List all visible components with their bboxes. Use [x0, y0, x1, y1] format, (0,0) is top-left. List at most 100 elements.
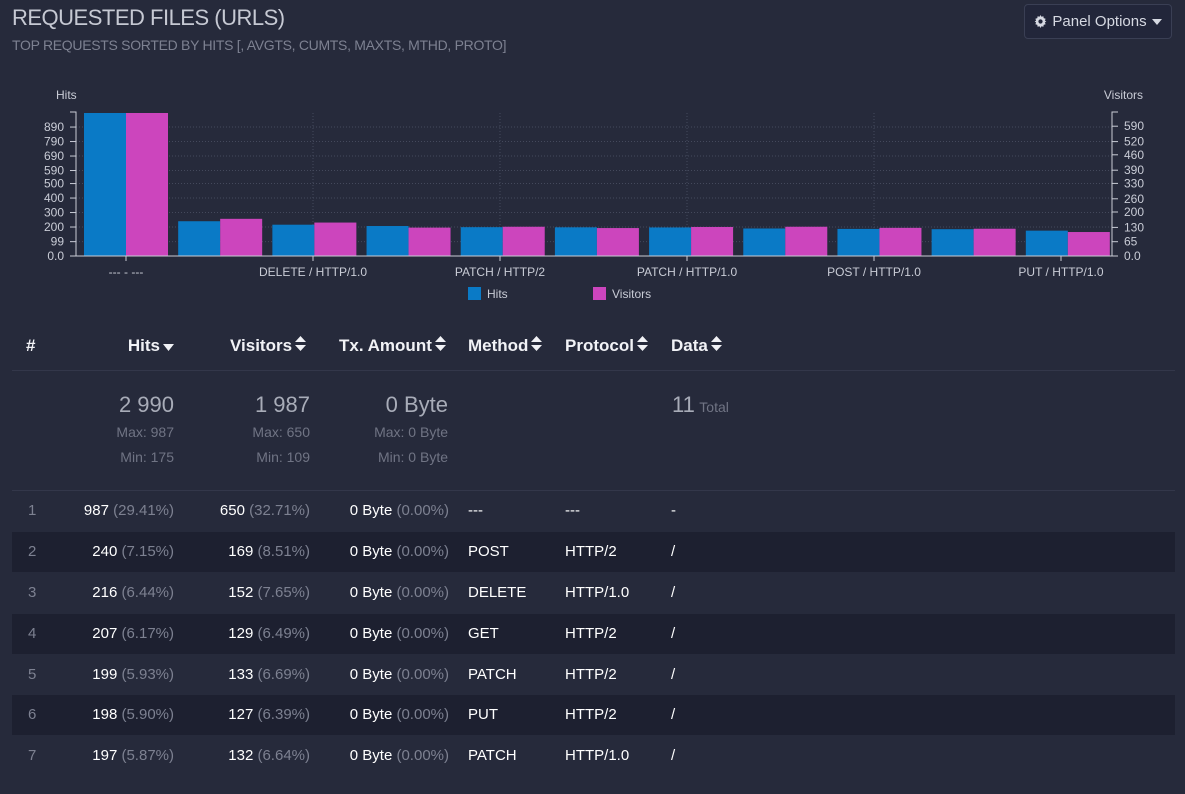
row-rank: 4 — [28, 625, 37, 642]
column-header-tx-amount[interactable]: Tx. Amount — [339, 336, 446, 356]
row-data[interactable]: / — [671, 614, 675, 654]
y-tick-label-left: 0.0 — [47, 249, 64, 263]
y-tick-label-right: 520 — [1124, 135, 1144, 149]
row-rank: 1 — [28, 502, 37, 519]
hits-visitors-bar-chart: 0.0992003004005005906907908900.065130200… — [44, 88, 1144, 301]
column-header-hits[interactable]: Hits — [88, 336, 174, 356]
x-tick-label: PATCH / HTTP/1.0 — [637, 265, 738, 279]
legend-swatch-visitors — [593, 287, 606, 300]
visitors-bar — [126, 113, 168, 256]
x-tick-label: DELETE / HTTP/1.0 — [259, 265, 367, 279]
y-tick-label-left: 890 — [44, 120, 64, 134]
row-protocol: --- — [565, 502, 580, 519]
y-axis-label-left: Hits — [56, 88, 77, 102]
visitors-max: Max: 650 — [252, 424, 310, 440]
hits-bar — [931, 229, 974, 256]
y-tick-label-left: 690 — [44, 149, 64, 163]
column-header-visitors[interactable]: Visitors — [230, 336, 307, 356]
hits-min: Min: 175 — [120, 449, 174, 465]
row-protocol: HTTP/2 — [565, 666, 617, 683]
visitors-bar — [1067, 232, 1110, 256]
row-data[interactable]: / — [671, 573, 675, 613]
row-protocol: HTTP/2 — [565, 543, 617, 560]
data-total: 11 Total — [672, 392, 729, 417]
row-data[interactable]: / — [671, 655, 675, 695]
hits-bar — [84, 113, 126, 256]
row-data[interactable]: / — [671, 736, 675, 776]
x-tick-label: PATCH / HTTP/2 — [455, 265, 546, 279]
row-tx-amount: 0 Byte (0.00%) — [349, 706, 449, 723]
table-row[interactable]: 4 207 (6.17%) 129 (6.49%) 0 Byte (0.00%) GET… — [12, 614, 1175, 654]
row-hits: 207 (6.17%) — [92, 625, 174, 642]
row-rank: 6 — [28, 706, 37, 723]
legend-label-hits: Hits — [487, 287, 508, 301]
row-visitors: 152 (7.65%) — [228, 584, 310, 601]
table-row[interactable]: 7 197 (5.87%) 132 (6.64%) 0 Byte (0.00%) PAT… — [12, 736, 1175, 776]
table-row[interactable]: 1 987 (29.41%) 650 (32.71%) 0 Byte (0.00%) -… — [12, 491, 1175, 531]
row-tx-amount: 0 Byte (0.00%) — [349, 625, 449, 642]
y-axis-right — [1111, 111, 1118, 257]
sort-icon — [710, 336, 722, 356]
column-header-data[interactable]: Data — [671, 336, 722, 356]
table-row[interactable]: 6 198 (5.90%) 127 (6.39%) 0 Byte (0.00%) PUT… — [12, 695, 1175, 735]
y-tick-label-right: 330 — [1124, 176, 1144, 190]
visitors-total: 1 987 — [254, 392, 310, 417]
row-method: DELETE — [468, 584, 527, 601]
row-hits: 197 (5.87%) — [92, 747, 174, 764]
hits-bar — [460, 227, 503, 256]
row-visitors: 169 (8.51%) — [228, 543, 310, 560]
x-tick-label: PUT / HTTP/1.0 — [1018, 265, 1103, 279]
y-tick-label-right: 460 — [1124, 148, 1144, 162]
row-tx-amount: 0 Byte (0.00%) — [349, 502, 449, 519]
row-hits: 216 (6.44%) — [92, 584, 174, 601]
hits-bar — [649, 227, 692, 256]
y-tick-label-right: 200 — [1124, 205, 1144, 219]
y-tick-label-right: 65 — [1124, 235, 1138, 249]
row-method: PATCH — [468, 666, 517, 683]
x-tick-label: POST / HTTP/1.0 — [827, 265, 921, 279]
row-hits: 199 (5.93%) — [92, 666, 174, 683]
row-tx-amount: 0 Byte (0.00%) — [349, 747, 449, 764]
column-header-protocol[interactable]: Protocol — [565, 336, 648, 356]
row-hits: 240 (7.15%) — [92, 543, 174, 560]
column-header-method[interactable]: Method — [468, 336, 543, 356]
sort-icon — [636, 336, 648, 356]
visitors-bar — [785, 226, 828, 256]
y-tick-label-right: 390 — [1124, 163, 1144, 177]
y-tick-label-left: 500 — [44, 177, 64, 191]
table-row[interactable]: 2 240 (7.15%) 169 (8.51%) 0 Byte (0.00%) POS… — [12, 532, 1175, 572]
hits-bar — [554, 227, 597, 256]
sort-icon — [434, 336, 446, 356]
panel-subtitle: TOP REQUESTS SORTED BY HITS [, AVGTS, CU… — [12, 37, 507, 53]
row-rank: 3 — [28, 584, 37, 601]
y-tick-label-right: 260 — [1124, 192, 1144, 206]
row-data[interactable]: / — [671, 695, 675, 735]
hits-bar — [837, 228, 880, 256]
tx-max: Max: 0 Byte — [374, 424, 448, 440]
panel-options-label: Panel Options — [1052, 13, 1147, 30]
row-visitors: 127 (6.39%) — [228, 706, 310, 723]
y-tick-label-right: 590 — [1124, 119, 1144, 133]
y-tick-label-left: 400 — [44, 191, 64, 205]
y-tick-label-left: 99 — [51, 235, 65, 249]
row-hits: 198 (5.90%) — [92, 706, 174, 723]
gear-icon — [1034, 15, 1047, 28]
table-row[interactable]: 3 216 (6.44%) 152 (7.65%) 0 Byte (0.00%) DEL… — [12, 573, 1175, 613]
table-row[interactable]: 5 199 (5.93%) 133 (6.69%) 0 Byte (0.00%) PAT… — [12, 655, 1175, 695]
row-method: PUT — [468, 706, 498, 723]
row-data[interactable]: - — [671, 491, 676, 531]
visitors-bar — [973, 228, 1016, 256]
y-tick-label-left: 200 — [44, 220, 64, 234]
row-visitors: 650 (32.71%) — [219, 502, 310, 519]
row-tx-amount: 0 Byte (0.00%) — [349, 666, 449, 683]
visitors-bar — [408, 227, 451, 256]
hits-total: 2 990 — [118, 392, 174, 417]
row-method: GET — [468, 625, 499, 642]
row-rank: 2 — [28, 543, 37, 560]
panel-options-button[interactable]: Panel Options — [1024, 4, 1172, 39]
y-tick-label-left: 300 — [44, 206, 64, 220]
row-data[interactable]: / — [671, 532, 675, 572]
y-tick-label-right: 0.0 — [1124, 249, 1141, 263]
visitors-bar — [879, 227, 922, 256]
row-tx-amount: 0 Byte (0.00%) — [349, 584, 449, 601]
